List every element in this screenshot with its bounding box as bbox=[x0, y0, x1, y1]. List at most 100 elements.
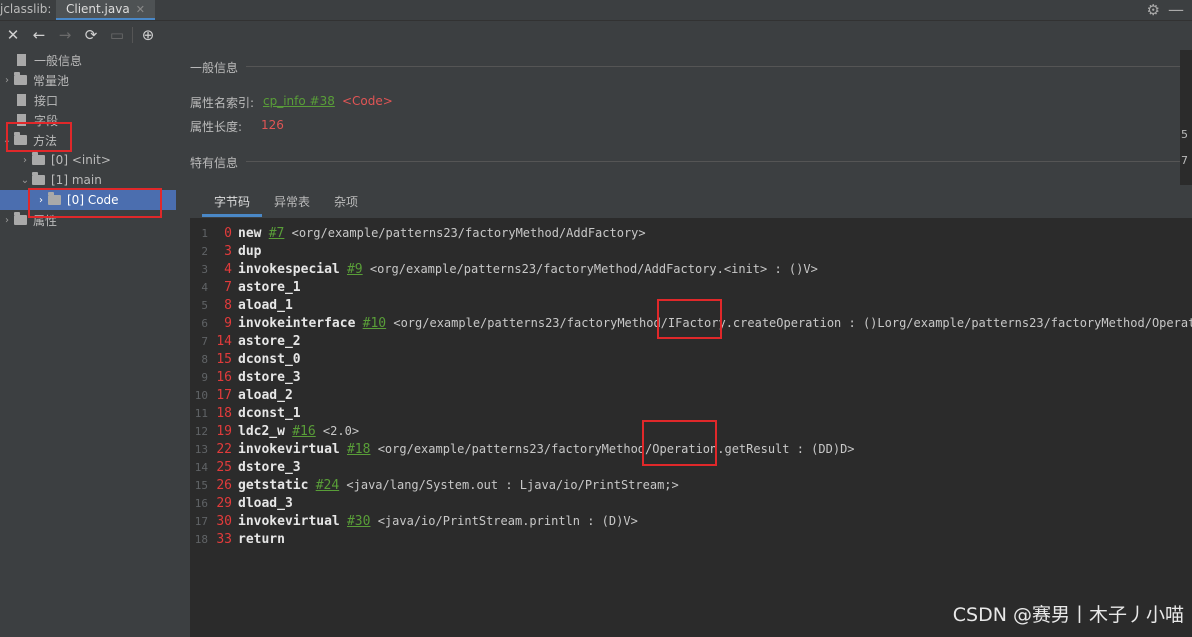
line-number: 16 bbox=[194, 497, 208, 510]
bytecode-line: 9 16 dstore_3 bbox=[190, 368, 301, 386]
bytecode-offset: 26 bbox=[216, 478, 232, 493]
bytecode-line: 10 17 aload_2 bbox=[190, 386, 293, 404]
line-number: 10 bbox=[194, 389, 208, 402]
line-number: 4 bbox=[201, 281, 208, 294]
gutter-number: 7 bbox=[1181, 154, 1188, 167]
section-divider bbox=[246, 66, 1186, 67]
tab-client-java[interactable]: Client.java ✕ bbox=[56, 0, 155, 20]
bytecode-line: 3 4 invokespecial #9 <org/example/patterns… bbox=[190, 260, 818, 278]
line-number: 8 bbox=[201, 353, 208, 366]
tab-label: Client.java bbox=[66, 2, 130, 16]
chevron-right-icon[interactable]: › bbox=[0, 75, 14, 86]
operand-comment: <2.0> bbox=[322, 424, 360, 438]
bytecode-offset: 17 bbox=[216, 388, 232, 403]
constant-pool-link[interactable]: #9 bbox=[347, 262, 363, 277]
refresh-icon[interactable]: ⟳ bbox=[78, 22, 104, 48]
folder-icon bbox=[14, 212, 27, 225]
bytecode-line: 12 19 ldc2_w #16 <2.0> bbox=[190, 422, 359, 440]
forward-arrow-icon[interactable]: → bbox=[52, 22, 78, 48]
bytecode-offset: 0 bbox=[224, 226, 232, 241]
bytecode-line: 14 25 dstore_3 bbox=[190, 458, 301, 476]
toolbar-separator bbox=[132, 26, 133, 43]
opcode: aload_2 bbox=[238, 388, 293, 403]
tree-item-constant-pool[interactable]: › 常量池 bbox=[0, 70, 69, 90]
bytecode-offset: 33 bbox=[216, 532, 232, 547]
constant-pool-link[interactable]: #24 bbox=[316, 478, 339, 493]
bytecode-line: 16 29 dload_3 bbox=[190, 494, 293, 512]
line-number: 13 bbox=[194, 443, 208, 456]
operand-comment: <org/example/patterns23/factoryMethod/Op… bbox=[377, 442, 855, 456]
tab-exception-table[interactable]: 异常表 bbox=[262, 190, 322, 214]
tree-item-method-init[interactable]: › [0] <init> bbox=[18, 150, 111, 170]
line-number: 7 bbox=[201, 335, 208, 348]
constant-pool-link[interactable]: #16 bbox=[292, 424, 315, 439]
tree-item-label: 常量池 bbox=[33, 73, 70, 88]
constant-pool-link[interactable]: #18 bbox=[347, 442, 370, 457]
bytecode-line: 5 8 aload_1 bbox=[190, 296, 293, 314]
tree-item-label: 一般信息 bbox=[34, 53, 83, 68]
opcode: dstore_3 bbox=[238, 370, 301, 385]
class-structure-tree: 一般信息 › 常量池 接口 字段 ⌄ 方法 › [0] <init> ⌄ [1]… bbox=[0, 50, 190, 637]
tree-item-label: [1] main bbox=[51, 173, 102, 187]
constant-pool-link[interactable]: #10 bbox=[363, 316, 386, 331]
operand-comment: <java/lang/System.out : Ljava/io/PrintSt… bbox=[346, 478, 679, 492]
attribute-length-value: 126 bbox=[261, 118, 284, 132]
bytecode-offset: 16 bbox=[216, 370, 232, 385]
bytecode-line: 11 18 dconst_1 bbox=[190, 404, 301, 422]
save-icon[interactable]: ▭ bbox=[104, 22, 130, 48]
opcode: invokevirtual bbox=[238, 514, 340, 529]
opcode: aload_1 bbox=[238, 298, 293, 313]
tab-bytecode[interactable]: 字节码 bbox=[202, 190, 263, 217]
opcode: invokespecial bbox=[238, 262, 340, 277]
chevron-right-icon[interactable]: › bbox=[18, 155, 32, 166]
minimize-icon[interactable]: — bbox=[1168, 0, 1184, 19]
section-divider bbox=[246, 161, 1186, 162]
chevron-down-icon[interactable]: ⌄ bbox=[18, 175, 32, 186]
name-index-link[interactable]: cp_info #38 bbox=[263, 94, 335, 108]
bytecode-line: 2 3 dup bbox=[190, 242, 261, 260]
bytecode-line: 17 30 invokevirtual #30 <java/io/PrintStre… bbox=[190, 512, 638, 530]
close-icon[interactable]: ✕ bbox=[0, 22, 26, 48]
line-number: 1 bbox=[201, 227, 208, 240]
name-index-value: <Code> bbox=[342, 94, 393, 108]
opcode: dup bbox=[238, 244, 262, 259]
bytecode-line: 15 26 getstatic #24 <java/lang/System.out … bbox=[190, 476, 679, 494]
annotation-box-code bbox=[28, 188, 162, 218]
line-number: 9 bbox=[201, 371, 208, 384]
constant-pool-link[interactable]: #30 bbox=[347, 514, 370, 529]
chevron-right-icon[interactable]: › bbox=[0, 215, 14, 226]
opcode: return bbox=[238, 532, 285, 547]
bytecode-line: 1 0 new #7 <org/example/patterns23/factory… bbox=[190, 224, 645, 242]
bytecode-offset: 29 bbox=[216, 496, 232, 511]
opcode: dconst_1 bbox=[238, 406, 301, 421]
tab-bar: jclasslib: Client.java ✕ ⚙ — bbox=[0, 0, 1192, 21]
line-number: 14 bbox=[194, 461, 208, 474]
tree-item-method-main[interactable]: ⌄ [1] main bbox=[18, 170, 102, 190]
line-number: 12 bbox=[194, 425, 208, 438]
file-icon bbox=[17, 54, 26, 66]
tool-window-title: jclasslib: bbox=[0, 2, 52, 16]
bytecode-line: 18 33 return bbox=[190, 530, 285, 548]
opcode: invokevirtual bbox=[238, 442, 340, 457]
gear-icon[interactable]: ⚙ bbox=[1147, 1, 1160, 19]
operand-comment: <org/example/patterns23/factoryMethod/Ad… bbox=[369, 262, 818, 276]
operand-comment: <org/example/patterns23/factoryMethod/IF… bbox=[393, 316, 1192, 330]
close-tab-icon[interactable]: ✕ bbox=[136, 3, 145, 16]
tree-item-interfaces[interactable]: 接口 bbox=[0, 90, 58, 110]
line-number: 11 bbox=[194, 407, 208, 420]
tree-item-label: 接口 bbox=[34, 93, 59, 108]
constant-pool-link[interactable]: #7 bbox=[269, 226, 285, 241]
gutter-number: 5 bbox=[1181, 128, 1188, 141]
web-icon[interactable]: ⊕ bbox=[135, 22, 161, 48]
right-gutter: 5 7 bbox=[1180, 50, 1192, 185]
tab-misc[interactable]: 杂项 bbox=[322, 190, 370, 214]
bytecode-offset: 15 bbox=[216, 352, 232, 367]
line-number: 2 bbox=[201, 245, 208, 258]
tree-item-general-info[interactable]: 一般信息 bbox=[0, 50, 82, 70]
line-number: 18 bbox=[194, 533, 208, 546]
back-arrow-icon[interactable]: ← bbox=[26, 22, 52, 48]
annotation-box-methods bbox=[6, 122, 72, 152]
attribute-detail-panel: 一般信息 属性名索引: cp_info #38 <Code> 属性长度: 126… bbox=[190, 50, 1192, 637]
line-number: 15 bbox=[194, 479, 208, 492]
bytecode-offset: 14 bbox=[216, 334, 232, 349]
